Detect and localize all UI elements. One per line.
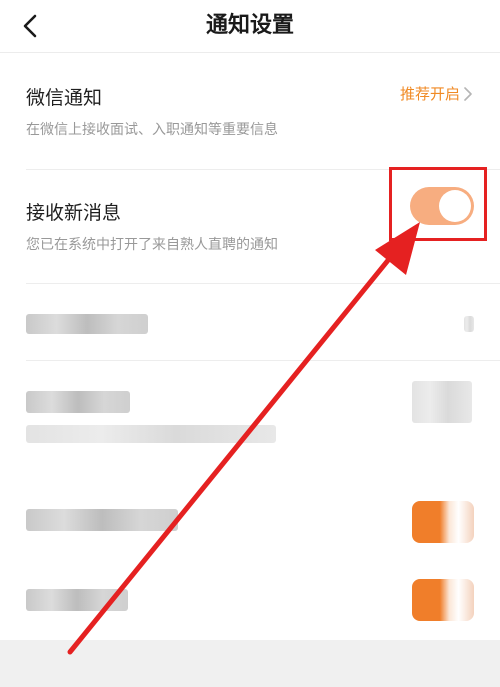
annotation-arrow-icon — [67, 222, 420, 655]
